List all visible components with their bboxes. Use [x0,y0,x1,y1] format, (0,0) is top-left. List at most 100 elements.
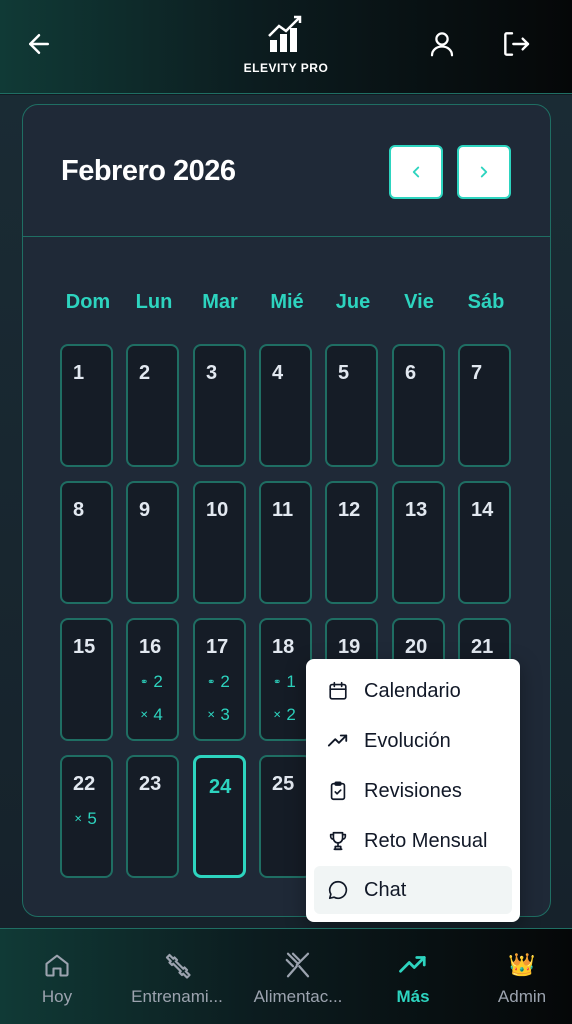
arrow-left-icon [29,34,49,54]
calendar-day[interactable]: 6 [392,344,445,467]
bottom-nav: Hoy Entrenami... Alimentac... Más 👑 Admi… [0,928,572,1024]
calendar-icon [326,679,350,703]
menu-item-label: Reto Mensual [364,829,488,852]
calendar-day[interactable]: 4 [259,344,312,467]
day-number: 10 [206,499,229,521]
utensils-icon: ✕ [74,813,83,825]
trending-up-icon [395,949,431,981]
calendar-header: Febrero 2026 [23,105,550,237]
calendar-day[interactable]: 18 ⚭ 1 ✕ 2 [259,618,312,741]
calendar-day[interactable]: 8 [60,481,113,604]
dumbbell-icon: ⚭ [207,676,216,688]
dumbbell-icon [162,949,192,981]
calendar-day[interactable]: 23 [126,755,179,878]
calendar-day[interactable]: 14 [458,481,511,604]
weekday-label: Vie [404,291,434,313]
day-number: 11 [272,499,294,521]
day-number: 9 [139,499,151,521]
chevron-right-icon [480,166,488,178]
crown-icon: 👑 [508,952,536,977]
profile-button[interactable] [422,24,462,64]
trending-up-icon [326,729,350,753]
calendar-day[interactable]: 17 ⚭ 2 ✕ 3 [193,618,246,741]
next-month-button[interactable] [457,145,511,199]
meal-badge: ✕ 3 [207,705,230,724]
logout-button[interactable] [496,24,536,64]
tab-admin[interactable]: 👑 Admin [486,929,558,1024]
calendar-day[interactable]: 22 ✕ 5 [60,755,113,878]
tab-entrenamiento[interactable]: Entrenami... [118,929,236,1024]
day-number: 7 [471,362,483,384]
calendar-day-today[interactable]: 24 [193,755,246,878]
calendar-day[interactable]: 9 [126,481,179,604]
calendar-day[interactable]: 15 [60,618,113,741]
day-number: 21 [471,636,494,658]
menu-item-reto-mensual[interactable]: Reto Mensual [314,817,512,865]
day-number: 12 [338,499,361,521]
tab-hoy[interactable]: Hoy [24,929,90,1024]
workout-badge: ⚭ 1 [273,672,296,691]
menu-item-revisiones[interactable]: Revisiones [314,767,512,815]
chat-bubble-icon [326,878,350,902]
app-logo: ELEVITY PRO [226,14,346,78]
day-number: 5 [338,362,350,384]
dumbbell-icon: ⚭ [273,676,282,688]
meal-badge: ✕ 5 [74,809,97,828]
menu-item-evolucion[interactable]: Evolución [314,717,512,765]
top-bar: ELEVITY PRO [0,0,572,94]
more-menu: Calendario Evolución Revisiones Reto Men… [306,659,520,922]
weekday-label: Dom [65,291,111,313]
day-number: 15 [73,636,96,658]
calendar-day[interactable]: 3 [193,344,246,467]
calendar-day[interactable]: 1 [60,344,113,467]
tab-mas[interactable]: Más [380,929,446,1024]
tab-alimentacion[interactable]: Alimentac... [240,929,356,1024]
calendar-day[interactable]: 11 [259,481,312,604]
menu-item-label: Calendario [364,679,461,702]
prev-month-button[interactable] [389,145,443,199]
menu-item-label: Revisiones [364,779,462,802]
menu-item-calendario[interactable]: Calendario [314,667,512,715]
calendar-day[interactable]: 5 [325,344,378,467]
logo-text: ELEVITY PRO [243,61,329,75]
day-number: 20 [405,636,428,658]
weekday-label: Jue [335,291,371,313]
day-number: 19 [338,636,361,658]
calendar-day[interactable]: 12 [325,481,378,604]
day-number: 4 [272,362,284,384]
meal-badge: ✕ 2 [273,705,296,724]
clipboard-check-icon [326,779,350,803]
tab-label: Más [396,987,430,1006]
day-number: 17 [206,636,229,658]
tab-label: Hoy [41,987,73,1006]
calendar-day[interactable]: 16 ⚭ 2 ✕ 4 [126,618,179,741]
weekday-label: Lun [135,291,173,313]
day-number: 25 [272,773,295,795]
meal-badge: ✕ 4 [140,705,163,724]
chevron-left-icon [412,166,420,178]
day-number: 8 [73,499,85,521]
calendar-day[interactable]: 13 [392,481,445,604]
day-number: 18 [272,636,295,658]
workout-badge: ⚭ 2 [140,672,163,691]
menu-item-chat[interactable]: Chat [314,866,512,914]
calendar-day[interactable]: 7 [458,344,511,467]
day-number: 2 [139,362,151,384]
day-number: 1 [73,362,85,384]
logout-icon [504,32,530,56]
back-button[interactable] [19,24,59,64]
calendar-day[interactable]: 10 [193,481,246,604]
menu-item-label: Evolución [364,729,451,752]
day-number: 13 [405,499,428,521]
calendar-day[interactable]: 2 [126,344,179,467]
tab-label: Entrenami... [131,987,223,1006]
tab-label: Admin [497,987,547,1006]
day-number: 16 [139,636,162,658]
chart-logo-icon [268,15,302,52]
day-number: 3 [206,362,218,384]
weekday-header-row: Dom Lun Mar Mié Jue Vie Sáb [23,291,550,321]
user-icon [430,32,454,57]
calendar-day[interactable]: 25 [259,755,312,878]
menu-item-label: Chat [364,878,407,901]
day-number: 22 [73,773,96,795]
